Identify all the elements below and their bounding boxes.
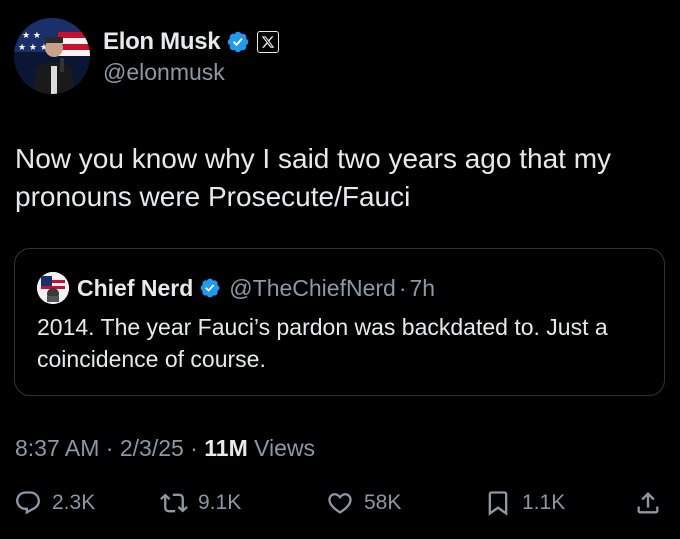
share-button[interactable] xyxy=(634,483,662,523)
author-avatar[interactable]: ★ ★ ★ ★ ★ xyxy=(14,18,90,94)
heart-icon xyxy=(328,493,352,514)
quoted-verified-badge-icon[interactable] xyxy=(199,277,221,299)
quoted-author-avatar[interactable] xyxy=(37,272,69,304)
reply-count: 2.3K xyxy=(52,491,96,514)
quoted-author-name[interactable]: Chief Nerd xyxy=(77,275,193,302)
avatar-image: ★ ★ ★ ★ ★ xyxy=(14,18,90,94)
views-label: Views xyxy=(247,435,316,461)
tweet-meta: 8:37 AM · 2/3/25 · 11M Views xyxy=(15,435,315,462)
affiliate-badge[interactable] xyxy=(257,31,280,53)
quoted-tweet-text: 2014. The year Fauci’s pardon was backda… xyxy=(37,314,608,372)
quoted-age[interactable]: 7h xyxy=(410,275,436,302)
repost-icon xyxy=(160,493,188,513)
verified-badge-icon[interactable] xyxy=(226,30,250,54)
share-icon xyxy=(637,492,659,514)
author-handle[interactable]: @elonmusk xyxy=(103,59,225,86)
repost-count: 9.1K xyxy=(198,491,242,514)
bookmark-count: 1.1K xyxy=(522,491,566,514)
meta-dot-1: · xyxy=(99,435,120,461)
x-logo-icon xyxy=(262,36,275,48)
reply-button[interactable]: 2.3K xyxy=(14,483,95,523)
tweet-date[interactable]: 2/3/25 xyxy=(120,435,184,462)
tweet-text: Now you know why I said two years ago th… xyxy=(15,143,612,212)
svg-text:★ ★: ★ ★ xyxy=(22,31,41,41)
action-bar: 2.3K 9.1K 58K 1.1K xyxy=(14,483,666,523)
quoted-header: Chief Nerd @TheChiefNerd · 7h xyxy=(77,273,435,303)
svg-text:★ ★ ★: ★ ★ ★ xyxy=(18,43,48,53)
repost-button[interactable]: 9.1K xyxy=(160,483,241,523)
quoted-avatar-image xyxy=(37,272,69,304)
author-header: Elon Musk xyxy=(103,26,280,58)
like-count: 58K xyxy=(364,491,402,514)
tweet-time[interactable]: 8:37 AM xyxy=(15,435,99,462)
like-button[interactable]: 58K xyxy=(326,483,401,523)
bookmark-button[interactable]: 1.1K xyxy=(484,483,565,523)
quoted-author-handle[interactable]: @TheChiefNerd xyxy=(229,275,396,302)
author-name[interactable]: Elon Musk xyxy=(103,28,221,56)
reply-icon xyxy=(16,491,40,515)
meta-dot-2: · xyxy=(183,435,205,461)
quoted-separator: · xyxy=(398,274,407,301)
views-count[interactable]: 11M xyxy=(204,435,247,462)
bookmark-icon xyxy=(488,491,508,516)
quoted-tweet-card[interactable]: Chief Nerd @TheChiefNerd · 7h 2014. The … xyxy=(14,248,665,396)
